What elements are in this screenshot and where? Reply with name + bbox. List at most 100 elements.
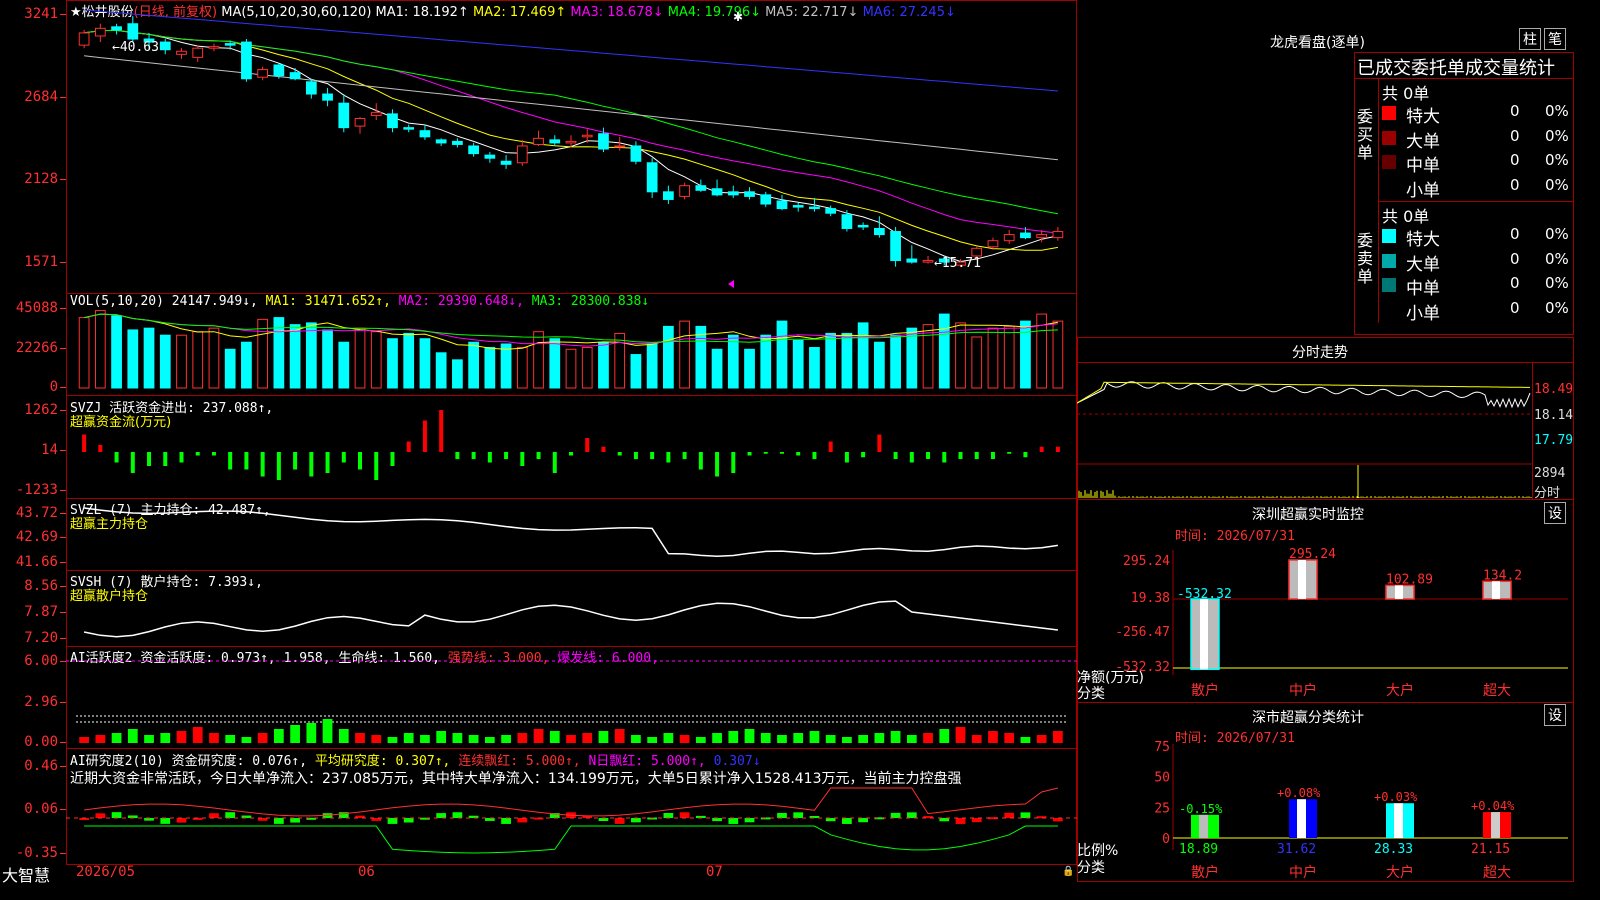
ai-active-bar — [176, 731, 187, 743]
svzj-bar — [698, 452, 703, 470]
intraday-chart[interactable] — [1077, 363, 1532, 499]
vol-tick-0: 45088 — [15, 300, 58, 316]
svzj-bar — [114, 452, 119, 463]
svzj-chart[interactable] — [66, 395, 1077, 499]
svzj-bar — [520, 452, 525, 466]
buy-row-pct-1: 0% — [1545, 126, 1569, 145]
candle-body — [1052, 231, 1064, 239]
ai-active-bar — [679, 735, 690, 743]
ma-line-3 — [84, 29, 1058, 234]
monitor-cat-1: 中户 — [1289, 682, 1317, 699]
volume-chart[interactable] — [66, 293, 1077, 396]
ai-active-bar — [842, 737, 852, 743]
candle-body — [403, 127, 415, 130]
svzl-tick-0: 43.72 — [15, 505, 58, 521]
ai-research-bar — [274, 818, 284, 824]
sell-row-pct-2: 0% — [1545, 274, 1569, 292]
ai-active-bar — [338, 729, 349, 743]
svzj-bar — [682, 452, 687, 459]
monitor-cat-2: 大户 — [1386, 682, 1414, 699]
candlestick-chart[interactable] — [66, 0, 1077, 294]
volume-bar — [192, 331, 204, 389]
lock-icon[interactable]: 🔒 — [1062, 866, 1074, 877]
svzj-bar — [601, 446, 606, 452]
volume-bar — [1052, 320, 1064, 389]
volume-bar — [403, 332, 415, 389]
ai-active-bar — [403, 733, 414, 743]
ai-active-bar — [793, 733, 804, 743]
candle-body — [159, 41, 171, 51]
candle-body — [841, 214, 853, 229]
volume-bar — [760, 334, 772, 389]
monitor-tick-0: 295.24 — [1123, 554, 1170, 569]
sz-monitor-title: 深圳超赢实时监控 — [1252, 507, 1364, 523]
sell-row-name-2: 中单 — [1406, 279, 1440, 299]
ai-active-bar — [533, 729, 544, 743]
ma-line-4 — [84, 29, 1058, 215]
svzl-chart[interactable] — [66, 498, 1077, 571]
candle-body — [1020, 232, 1031, 239]
stat-bar-chart[interactable]: 75 50 25 0 -0.15% 18.89 散户 +0.08% 31.62 中户 +0.03% 2… — [1077, 740, 1568, 882]
ai-research-bar — [971, 818, 982, 823]
volume-bar — [906, 327, 918, 389]
svzj-tick-0: 1262 — [24, 402, 58, 418]
monitor-bar-hl-2 — [1395, 585, 1403, 599]
candle-body — [646, 162, 658, 193]
candle-body — [127, 23, 139, 40]
monitor-setting-button[interactable]: 设 — [1544, 502, 1566, 524]
stat-bar-hl-1 — [1297, 799, 1306, 838]
candle-body — [971, 247, 983, 257]
volume-bar — [322, 329, 333, 389]
ai-active-bar — [712, 733, 722, 743]
air-tick-1: 0.06 — [24, 801, 58, 817]
ai-active-bar — [501, 735, 511, 743]
monitor-val-0: -532.32 — [1177, 587, 1232, 602]
svzj-bar — [796, 452, 801, 456]
svsh-chart[interactable] — [66, 570, 1077, 647]
stat-cat-2: 大户 — [1386, 864, 1414, 881]
volume-bar — [679, 320, 690, 389]
ai-research-bar — [858, 818, 868, 823]
candle-body — [289, 72, 301, 80]
sell-label: 委卖单 — [1357, 231, 1374, 286]
svzj-bar — [179, 452, 184, 463]
ai-active-bar — [582, 733, 593, 743]
volume-bar — [663, 325, 674, 389]
intraday-title: 分时走势 — [1292, 345, 1348, 361]
ai-active-bar — [79, 737, 89, 743]
volume-bar — [695, 325, 707, 389]
column-button[interactable]: 柱 — [1519, 28, 1541, 50]
buy-row-val-1: 0 — [1510, 126, 1520, 145]
ai-active-bar — [777, 735, 787, 743]
x-axis: 2026/05 06 07 — [66, 864, 1077, 882]
svzj-bar — [779, 452, 784, 454]
ai-active-bar — [274, 729, 284, 743]
volume-bar — [452, 359, 463, 389]
candle-body — [111, 26, 122, 31]
monitor-bar-chart[interactable]: 295.2419.38-256.47-532.32-532.32散户295.24… — [1077, 540, 1568, 700]
sell-row-val-1: 0 — [1510, 249, 1520, 268]
ai-research-chart[interactable] — [66, 748, 1077, 865]
ai-tick-0: 6.00 — [24, 653, 58, 669]
ai-research-bar — [890, 812, 901, 818]
svsh-line — [83, 600, 1058, 638]
stat-setting-button[interactable]: 设 — [1544, 704, 1566, 726]
ai-research-bar — [663, 813, 674, 818]
ai-active-bar — [955, 727, 966, 743]
candle-body — [192, 47, 204, 58]
svzj-bar — [130, 452, 135, 473]
main-tick-1: 2684 — [24, 89, 58, 105]
pen-button[interactable]: 笔 — [1544, 28, 1566, 50]
volume-bar — [143, 327, 155, 389]
current-marker — [728, 280, 734, 288]
volume-bar — [176, 334, 187, 389]
volume-bar — [289, 324, 301, 389]
ai-active-bar — [290, 725, 300, 743]
ai-active-bar — [306, 723, 317, 743]
ai-active-chart[interactable] — [66, 646, 1077, 749]
volume-bar — [727, 334, 739, 389]
volume-bar — [208, 327, 220, 389]
svzl-tick-2: 41.66 — [15, 554, 58, 570]
svzj-bar — [617, 452, 622, 456]
candle-body — [549, 139, 561, 144]
